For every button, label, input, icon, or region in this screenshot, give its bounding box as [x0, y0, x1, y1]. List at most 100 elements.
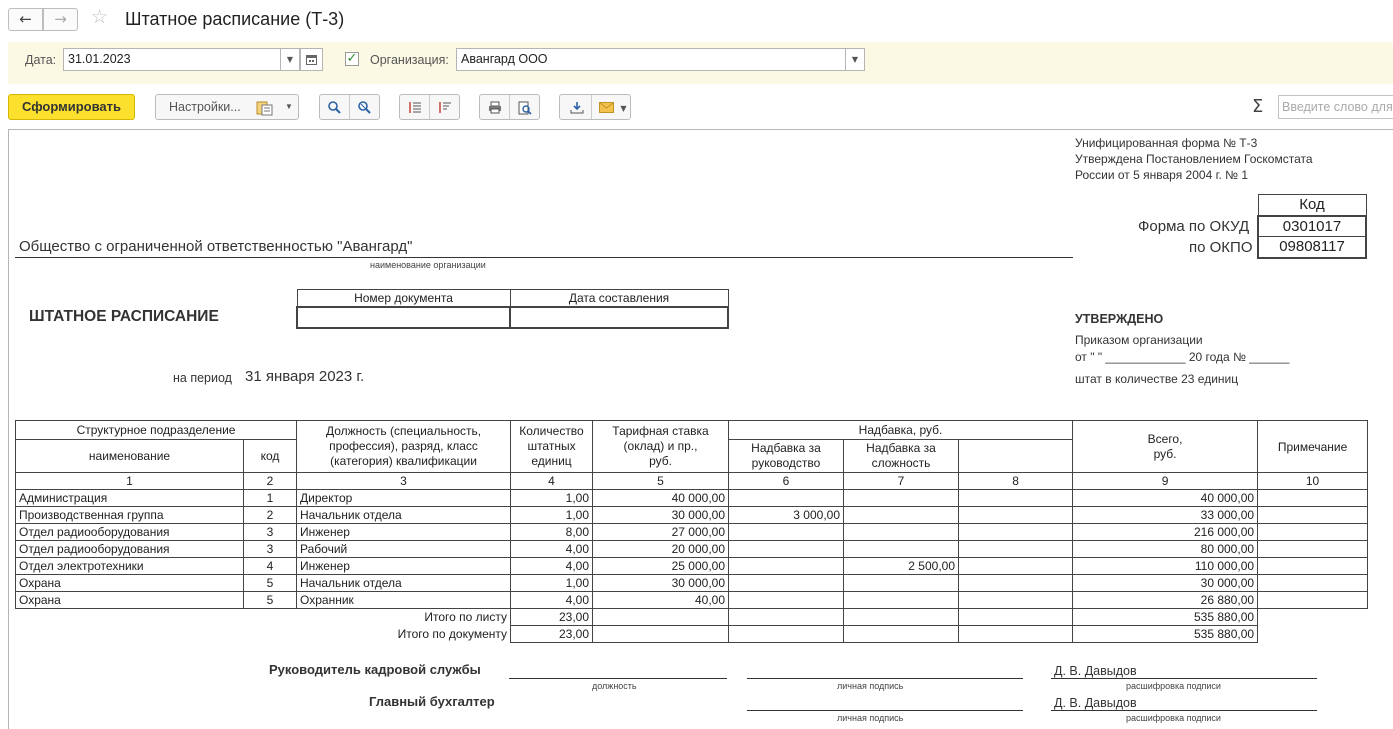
cell-bonus-complex — [843, 506, 960, 524]
print-preview-icon[interactable] — [510, 95, 539, 119]
arrow-left-icon: ← — [19, 10, 32, 28]
cancel-search-icon[interactable] — [350, 95, 379, 119]
column-numbers-row: 1 2 3 4 5 6 7 8 9 10 — [15, 472, 1369, 490]
search-input[interactable]: Введите слово для поиска — [1278, 95, 1393, 119]
sheet-total-count: 23,00 — [510, 608, 594, 626]
header-bonus-management: Надбавка за руководство — [728, 439, 845, 473]
favorite-star-icon[interactable]: ☆ — [91, 6, 108, 28]
cell-bonus-mgmt — [728, 489, 845, 507]
cell-count: 4,00 — [510, 591, 594, 609]
search-button-group — [319, 94, 380, 120]
settings-label: Настройки... — [169, 100, 241, 114]
cell-extra — [958, 523, 1074, 541]
doc-total-count: 23,00 — [510, 625, 594, 643]
cell-note — [1257, 489, 1369, 507]
period-value: 31 января 2023 г. — [245, 368, 365, 385]
col-number: 10 — [1257, 472, 1369, 490]
cell-position: Начальник отдела — [296, 506, 512, 524]
email-icon[interactable] — [592, 95, 620, 119]
cell-position: Директор — [296, 489, 512, 507]
cell-bonus-complex — [843, 523, 960, 541]
group-buttons — [399, 94, 460, 120]
cell-name: Отдел электротехники — [15, 557, 244, 575]
header-rate: Тарифная ставка (оклад) и пр., руб. — [592, 420, 730, 473]
staffing-table: Структурное подразделение Должность (спе… — [14, 420, 1369, 643]
cell-count: 4,00 — [510, 557, 594, 575]
chevron-down-icon[interactable]: ▼ — [620, 104, 626, 113]
doc-total-row: Итого по документу 23,00 535 880,00 — [16, 625, 1368, 643]
organization-field[interactable]: Авангард ООО — [456, 48, 846, 71]
signature-caption: личная подпись — [837, 713, 904, 723]
cell-extra — [958, 506, 1074, 524]
doc-date-value — [509, 305, 729, 329]
decoding-caption: расшифровка подписи — [1126, 713, 1221, 723]
col-number: 1 — [15, 472, 244, 490]
col-number: 7 — [843, 472, 960, 490]
cell-name: Охрана — [15, 591, 244, 609]
organization-dropdown-button[interactable]: ▼ — [846, 48, 865, 71]
col-number: 2 — [242, 472, 298, 490]
back-button[interactable]: ← — [8, 8, 43, 31]
code-header: Код — [1257, 194, 1367, 216]
document-number-table: Номер документа Дата составления — [296, 289, 729, 329]
print-icon[interactable] — [480, 95, 509, 119]
chevron-down-icon: ▼ — [285, 102, 293, 111]
date-field[interactable]: 31.01.2023 — [63, 48, 281, 71]
cell-name: Отдел радиооборудования — [15, 540, 244, 558]
cell-bonus-mgmt: 3 000,00 — [728, 506, 845, 524]
chevron-down-icon: ▼ — [286, 55, 294, 64]
generate-button[interactable]: Сформировать — [8, 94, 135, 120]
doc-total-label: Итого по документу — [397, 627, 508, 641]
cell-rate: 27 000,00 — [592, 523, 730, 541]
okud-value: 0301017 — [1257, 214, 1367, 237]
cell-code: 5 — [242, 591, 298, 609]
collapse-groups-icon[interactable] — [430, 95, 459, 119]
cell-name: Охрана — [15, 574, 244, 592]
table-row: Охрана 5 Охранник 4,00 40,00 26 880,00 — [15, 591, 1369, 609]
save-download-icon[interactable] — [563, 95, 591, 119]
signature-caption: личная подпись — [837, 681, 904, 691]
cell-bonus-complex — [843, 489, 960, 507]
header-note: Примечание — [1257, 420, 1369, 473]
cell-total: 110 000,00 — [1072, 557, 1259, 575]
cell-count: 8,00 — [510, 523, 594, 541]
cell-count: 4,00 — [510, 540, 594, 558]
cell-bonus-complex — [843, 540, 960, 558]
cell-note — [1257, 574, 1369, 592]
table-row: Отдел электротехники 4 Инженер 4,00 25 000,0… — [15, 557, 1369, 575]
date-dropdown-button[interactable]: ▼ — [281, 48, 300, 71]
header-bonus: Надбавка, руб. — [728, 420, 1074, 440]
form-header-line-1: Унифицированная форма № Т-3 — [1075, 136, 1258, 150]
calendar-button[interactable] — [300, 48, 323, 71]
cell-note — [1257, 557, 1369, 575]
approved-title: УТВЕРЖДЕНО — [1075, 312, 1164, 326]
cell-note — [1257, 591, 1369, 609]
organization-checkbox[interactable]: ✓ — [345, 52, 359, 66]
cell-count: 1,00 — [510, 506, 594, 524]
settings-button[interactable]: Настройки... ▼ — [155, 94, 299, 120]
header-code: код — [242, 439, 298, 473]
cell-position: Инженер — [296, 557, 512, 575]
cell-rate: 30 000,00 — [592, 506, 730, 524]
cell-total: 40 000,00 — [1072, 489, 1259, 507]
sum-icon[interactable]: Σ — [1252, 96, 1263, 117]
search-icon[interactable] — [320, 95, 349, 119]
header-position: Должность (специальность, профессия), раз… — [296, 420, 512, 473]
cell-rate: 40 000,00 — [592, 489, 730, 507]
table-row: Производственная группа 2 Начальник отдела… — [15, 506, 1369, 524]
col-number: 8 — [958, 472, 1074, 490]
cell-name: Администрация — [15, 489, 244, 507]
table-row: Отдел радиооборудования 3 Рабочий 4,00 20 00… — [15, 540, 1369, 558]
table-row: Охрана 5 Начальник отдела 1,00 30 000,00 30 0… — [15, 574, 1369, 592]
cell-bonus-complex: 2 500,00 — [843, 557, 960, 575]
cell-code: 2 — [242, 506, 298, 524]
col-number: 4 — [510, 472, 594, 490]
forward-button[interactable]: → — [43, 8, 78, 31]
cell-total: 216 000,00 — [1072, 523, 1259, 541]
organization-label: Организация: — [370, 53, 449, 67]
approved-line-2: от " " ____________ 20 года № ______ — [1075, 350, 1290, 364]
expand-groups-icon[interactable] — [400, 95, 429, 119]
cell-count: 1,00 — [510, 489, 594, 507]
header-count: Количество штатных единиц — [510, 420, 594, 473]
hr-head-label: Руководитель кадровой службы — [269, 662, 481, 677]
